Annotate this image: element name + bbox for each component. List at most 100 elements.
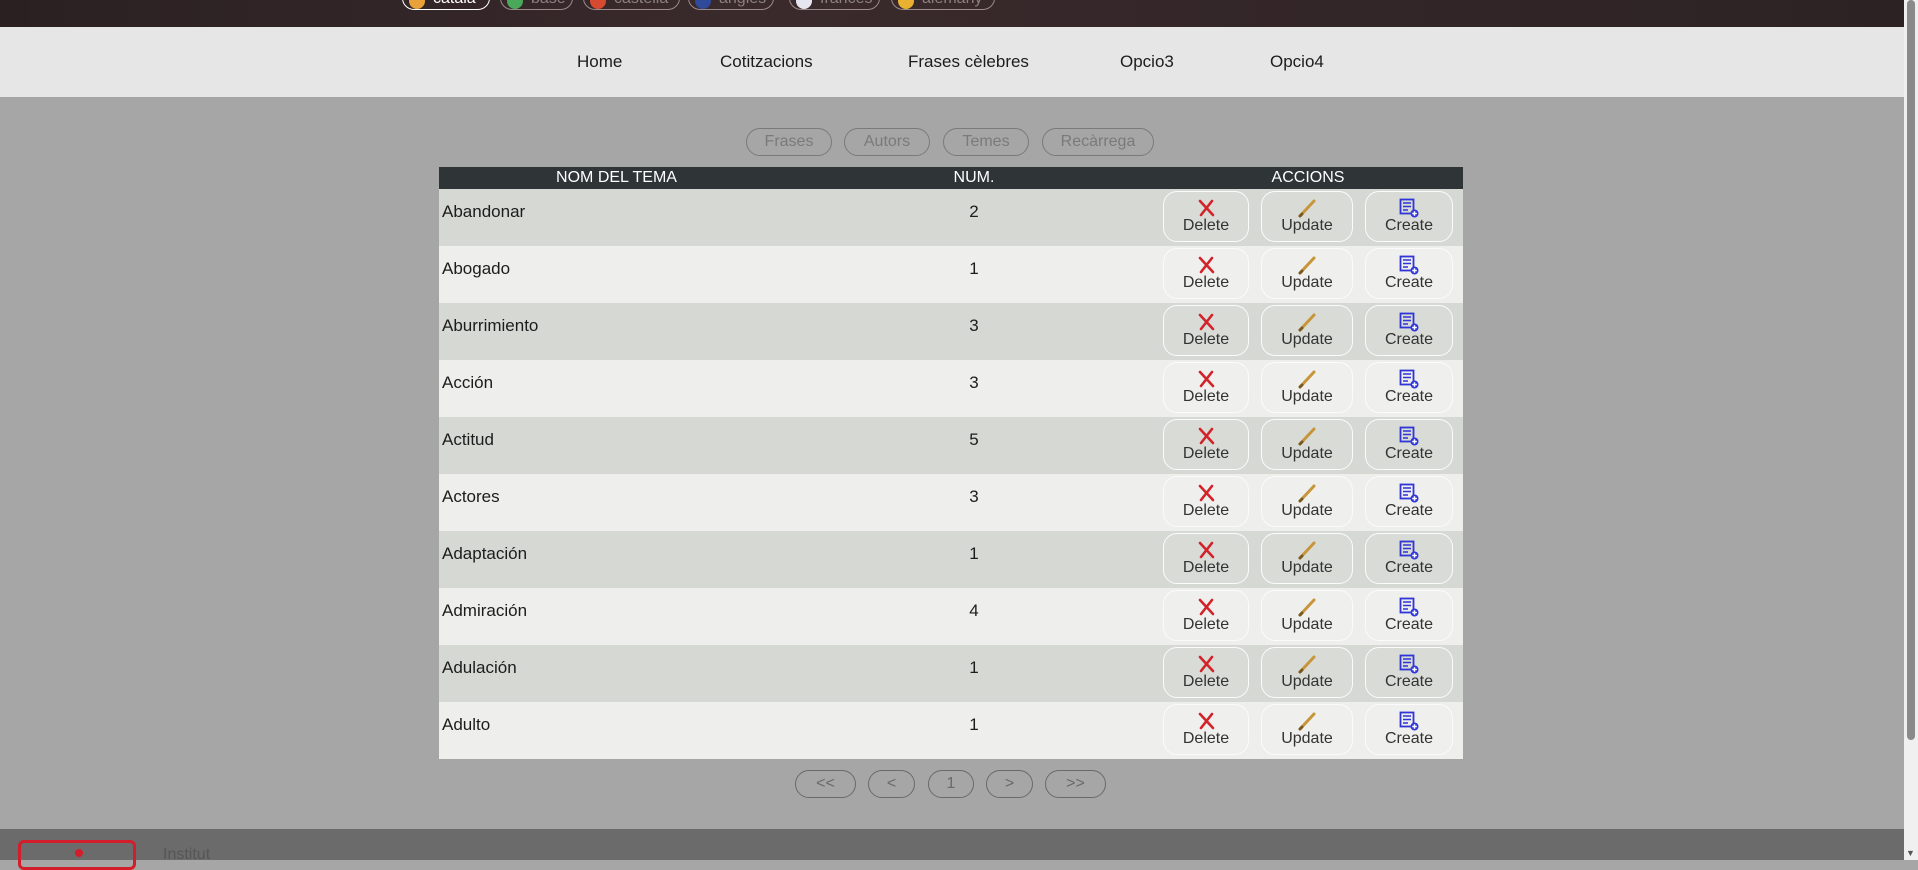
update-label: Update [1281, 673, 1333, 690]
topic-count: 3 [969, 316, 979, 335]
language-bar: català base castella anglès francès alemany [0, 0, 1904, 27]
nav-frases-celebres[interactable]: Frases cèlebres [908, 27, 1029, 97]
create-label: Create [1384, 331, 1434, 348]
update-button[interactable]: Update [1261, 590, 1353, 641]
update-button[interactable]: Update [1261, 191, 1353, 242]
delete-label: Delete [1182, 388, 1230, 405]
topic-count: 4 [969, 601, 979, 620]
create-label: Create [1384, 274, 1434, 291]
prev-page-button[interactable]: < [868, 770, 915, 798]
topic-name: Actitud [442, 430, 494, 449]
delete-label: Delete [1182, 331, 1230, 348]
create-button[interactable]: Create [1365, 704, 1453, 755]
update-button[interactable]: Update [1261, 362, 1353, 413]
create-label: Create [1384, 445, 1434, 462]
delete-button[interactable]: Delete [1163, 419, 1249, 470]
last-page-button[interactable]: >> [1045, 770, 1106, 798]
topic-count: 1 [969, 658, 979, 677]
delete-button[interactable]: Delete [1163, 704, 1249, 755]
delete-button[interactable]: Delete [1163, 248, 1249, 299]
create-button[interactable]: Create [1365, 248, 1453, 299]
nav-opcio3[interactable]: Opcio3 [1120, 27, 1174, 97]
vertical-scrollbar[interactable]: ▼ [1904, 0, 1918, 860]
delete-button[interactable]: Delete [1163, 533, 1249, 584]
create-button[interactable]: Create [1365, 191, 1453, 242]
update-button[interactable]: Update [1261, 476, 1353, 527]
language-option[interactable]: català [402, 0, 490, 10]
update-button[interactable]: Update [1261, 305, 1353, 356]
main-nav: Home Cotitzacions Frases cèlebres Opcio3 Opc… [0, 27, 1904, 97]
language-option[interactable]: anglès [688, 0, 774, 10]
topic-count: 1 [969, 544, 979, 563]
table-row: Admiración 4 Delete Update Create [439, 588, 1463, 645]
language-option[interactable]: francès [789, 0, 880, 10]
table-row: Abogado 1 Delete Update Create [439, 246, 1463, 303]
first-page-button[interactable]: << [795, 770, 856, 798]
create-button[interactable]: Create [1365, 476, 1453, 527]
update-button[interactable]: Update [1261, 647, 1353, 698]
pencil-icon [1297, 597, 1317, 617]
topic-name: Abogado [442, 259, 511, 278]
tab-temes[interactable]: Temes [943, 128, 1029, 156]
create-button[interactable]: Create [1365, 590, 1453, 641]
pencil-icon [1297, 426, 1317, 446]
table-row: Adulación 1 Delete Update Create [439, 645, 1463, 702]
delete-x-icon [1196, 198, 1216, 218]
topic-count: 3 [969, 373, 979, 392]
language-label: francès [820, 0, 872, 7]
flag-icon [898, 0, 914, 9]
delete-button[interactable]: Delete [1163, 305, 1249, 356]
update-label: Update [1281, 274, 1333, 291]
delete-button[interactable]: Delete [1163, 476, 1249, 527]
table-row: Actitud 5 Delete Update Create [439, 417, 1463, 474]
update-button[interactable]: Update [1261, 704, 1353, 755]
create-button[interactable]: Create [1365, 362, 1453, 413]
update-button[interactable]: Update [1261, 248, 1353, 299]
language-label: castella [614, 0, 668, 7]
tab-recarrega[interactable]: Recàrrega [1042, 128, 1154, 156]
language-option[interactable]: base [500, 0, 573, 10]
update-button[interactable]: Update [1261, 419, 1353, 470]
delete-label: Delete [1182, 502, 1230, 519]
delete-x-icon [1196, 426, 1216, 446]
create-label: Create [1384, 616, 1434, 633]
add-list-icon [1399, 483, 1419, 503]
delete-x-icon [1196, 540, 1216, 560]
nav-cotitzacions[interactable]: Cotitzacions [720, 27, 813, 97]
language-option[interactable]: alemany [891, 0, 995, 10]
add-list-icon [1399, 654, 1419, 674]
update-label: Update [1281, 502, 1333, 519]
scrollbar-thumb[interactable] [1907, 0, 1915, 740]
language-option[interactable]: castella [583, 0, 680, 10]
nav-opcio4[interactable]: Opcio4 [1270, 27, 1324, 97]
scroll-down-arrow-icon[interactable]: ▼ [1906, 848, 1915, 858]
next-page-button[interactable]: > [986, 770, 1033, 798]
table-row: Abandonar 2 Delete Update Create [439, 189, 1463, 246]
header-num: NUM. [953, 169, 995, 186]
create-button[interactable]: Create [1365, 647, 1453, 698]
pencil-icon [1297, 369, 1317, 389]
create-button[interactable]: Create [1365, 305, 1453, 356]
tab-autors[interactable]: Autors [844, 128, 930, 156]
delete-button[interactable]: Delete [1163, 362, 1249, 413]
header-actions: ACCIONS [1271, 169, 1345, 186]
add-list-icon [1399, 426, 1419, 446]
add-list-icon [1399, 369, 1419, 389]
language-label: base [531, 0, 566, 7]
create-button[interactable]: Create [1365, 533, 1453, 584]
update-button[interactable]: Update [1261, 533, 1353, 584]
add-list-icon [1399, 255, 1419, 275]
update-label: Update [1281, 388, 1333, 405]
table-row: Adulto 1 Delete Update Create [439, 702, 1463, 759]
delete-button[interactable]: Delete [1163, 647, 1249, 698]
delete-button[interactable]: Delete [1163, 590, 1249, 641]
create-button[interactable]: Create [1365, 419, 1453, 470]
create-label: Create [1384, 730, 1434, 747]
header-name: NOM DEL TEMA [556, 169, 677, 186]
update-label: Update [1281, 616, 1333, 633]
tab-frases[interactable]: Frases [746, 128, 832, 156]
page-1-button[interactable]: 1 [928, 770, 974, 798]
table-header: NOM DEL TEMA NUM. ACCIONS [439, 167, 1463, 189]
nav-home[interactable]: Home [577, 27, 622, 97]
delete-button[interactable]: Delete [1163, 191, 1249, 242]
